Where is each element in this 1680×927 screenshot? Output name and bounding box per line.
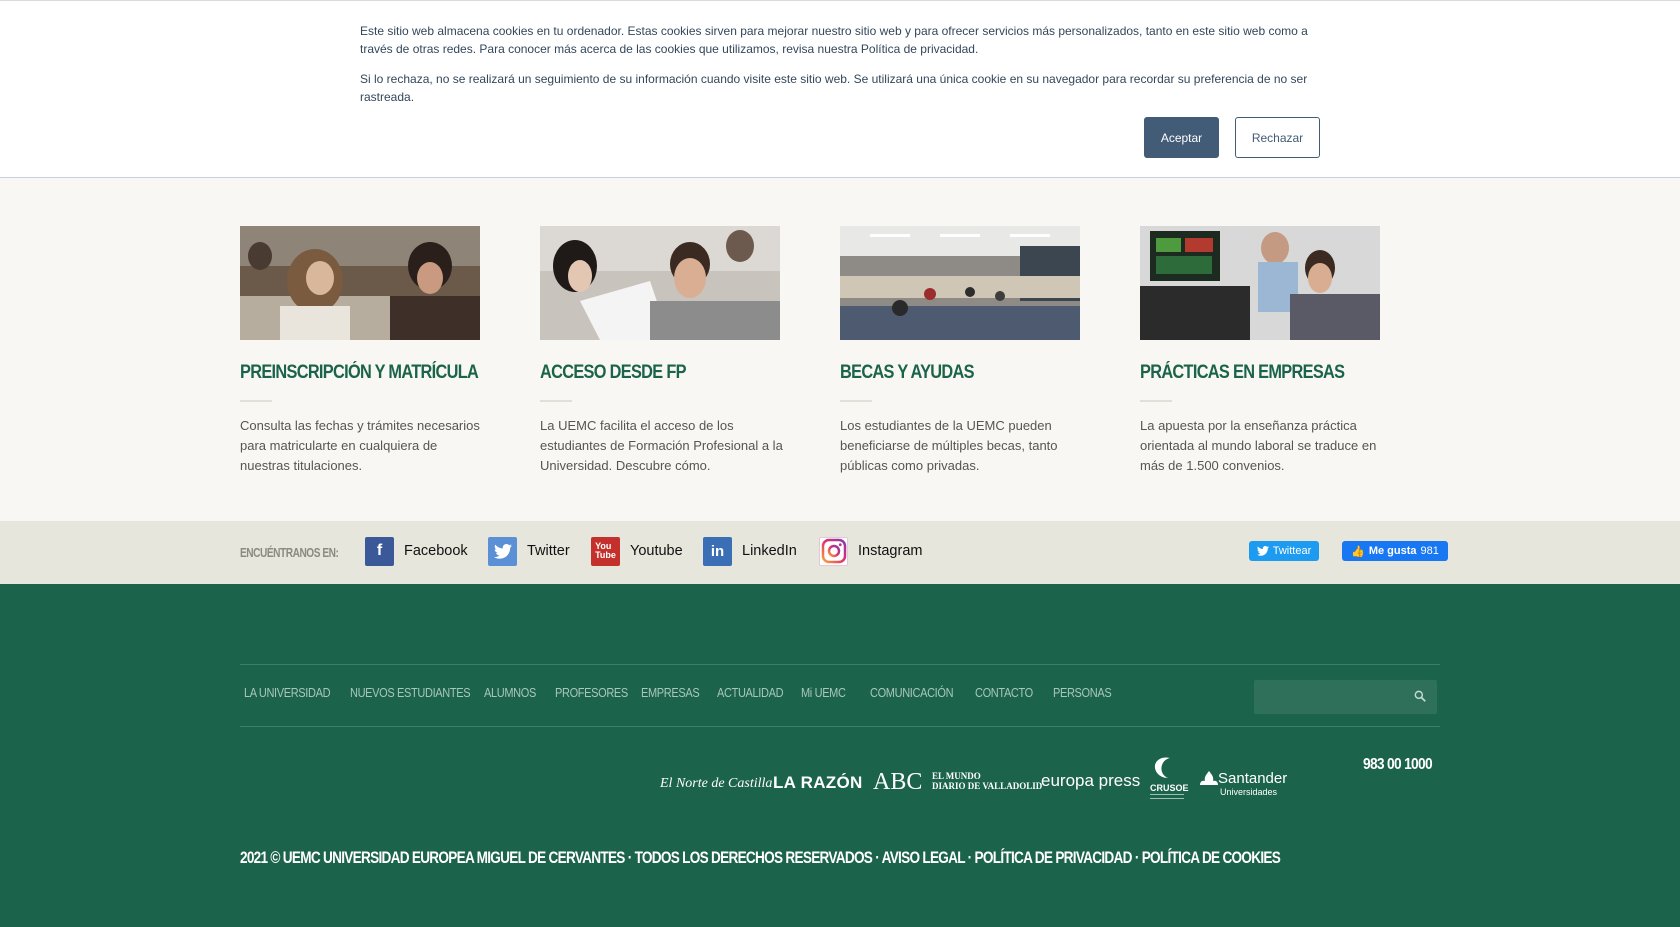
divider xyxy=(240,664,1440,665)
social-link-label: Youtube xyxy=(630,543,683,559)
copyright-rights: · TODOS LOS DERECHOS RESERVADOS · xyxy=(627,848,880,867)
privacy-policy-link[interactable]: POLÍTICA DE PRIVACIDAD xyxy=(975,848,1133,867)
social-link-instagram[interactable]: Instagram xyxy=(819,536,922,566)
youtube-icon: You Tube xyxy=(591,536,620,566)
crusoe-moon-icon xyxy=(1154,757,1170,778)
search-icon[interactable] xyxy=(1413,689,1427,703)
footer: LA UNIVERSIDAD NUEVOS ESTUDIANTES ALUMNO… xyxy=(0,584,1680,927)
copyright-line: 2021 © UEMC UNIVERSIDAD EUROPEA MIGUEL D… xyxy=(240,848,1281,868)
social-link-label: Twitter xyxy=(527,543,570,559)
card-title: ACCESO DESDE FP xyxy=(540,362,687,383)
social-link-label: Instagram xyxy=(858,543,923,559)
instagram-icon xyxy=(819,536,848,566)
uemc-link[interactable]: UEMC UNIVERSIDAD EUROPEA MIGUEL DE CERVA… xyxy=(283,848,626,867)
card-description: La UEMC facilita el acceso de los estudi… xyxy=(540,418,783,473)
footer-nav-mi-uemc[interactable]: Mi UEMC xyxy=(801,686,862,700)
card-description: Consulta las fechas y trámites necesario… xyxy=(240,418,480,473)
logo-el-mundo: EL MUNDO DIARIO DE VALLADOLID xyxy=(932,771,1042,791)
card-preinscripcion[interactable]: PREINSCRIPCIÓN Y MATRÍCULA Consulta las … xyxy=(240,226,480,476)
logo-crusoe: CRUSOE xyxy=(1150,783,1189,793)
cookie-paragraph-2: Si lo rechaza, no se realizará un seguim… xyxy=(360,72,1308,104)
logo-europa-press: europa press xyxy=(1041,771,1141,790)
divider xyxy=(1150,798,1184,799)
social-link-twitter[interactable]: Twitter xyxy=(488,536,570,566)
facebook-like-button[interactable]: 👍 Me gusta 981 xyxy=(1342,541,1448,561)
card-acceso-fp[interactable]: ACCESO DESDE FP La UEMC facilita el acce… xyxy=(540,226,783,476)
logo-norte-de-castilla: El Norte de Castilla xyxy=(660,776,773,791)
divider xyxy=(240,400,272,402)
twitter-icon xyxy=(488,536,517,566)
card-title: BECAS Y AYUDAS xyxy=(840,362,975,383)
footer-nav-universidad[interactable]: LA UNIVERSIDAD xyxy=(244,686,337,700)
tweet-label: Twittear xyxy=(1272,545,1312,557)
card-practicas[interactable]: PRÁCTICAS EN EMPRESAS La apuesta por la … xyxy=(1140,226,1380,476)
divider xyxy=(240,726,1440,727)
footer-nav-actualidad[interactable]: ACTUALIDAD xyxy=(717,686,791,700)
footer-nav-alumnos[interactable]: ALUMNOS xyxy=(484,686,546,700)
like-count: 981 xyxy=(1420,545,1439,557)
cookie-banner: Este sitio web almacena cookies en tu or… xyxy=(0,0,1680,178)
card-becas[interactable]: BECAS Y AYUDAS Los estudiantes de la UEM… xyxy=(840,226,1080,476)
thumbs-up-icon: 👍 xyxy=(1351,545,1365,558)
divider xyxy=(1150,794,1184,795)
twitter-icon xyxy=(1256,546,1269,556)
cookie-text: Este sitio web almacena cookies en tu or… xyxy=(360,22,1312,106)
card-title: PREINSCRIPCIÓN Y MATRÍCULA xyxy=(240,362,479,383)
logo-santander-universidades: Universidades xyxy=(1220,787,1278,797)
accept-cookies-button[interactable]: Aceptar xyxy=(1144,117,1219,158)
copyright-year: 2021 © xyxy=(240,848,280,867)
footer-nav-comunicacion[interactable]: COMUNICACIÓN xyxy=(870,686,962,700)
logo-santander: Santander xyxy=(1218,770,1288,787)
divider xyxy=(1140,400,1172,402)
social-link-linkedin[interactable]: in LinkedIn xyxy=(703,536,797,566)
card-description: La apuesta por la enseñanza práctica ori… xyxy=(1140,418,1377,473)
footer-nav-personas[interactable]: PERSONAS xyxy=(1053,686,1123,700)
social-link-label: Facebook xyxy=(404,543,468,559)
cookie-policy-link[interactable]: POLÍTICA DE COOKIES xyxy=(1142,848,1281,867)
student-reading-image xyxy=(540,226,780,340)
social-bar: ENCUÉNTRANOS EN: f Facebook Twitter You T… xyxy=(0,521,1680,584)
logo-el-mundo-line2: DIARIO DE VALLADOLID xyxy=(932,781,1043,791)
info-cards-section: PREINSCRIPCIÓN Y MATRÍCULA Consulta las … xyxy=(0,178,1680,521)
footer-nav: LA UNIVERSIDAD NUEVOS ESTUDIANTES ALUMNO… xyxy=(244,686,1133,700)
social-link-facebook[interactable]: f Facebook xyxy=(365,536,468,566)
card-description: Los estudiantes de la UEMC pueden benefi… xyxy=(840,418,1058,473)
social-link-label: LinkedIn xyxy=(742,543,797,559)
aviso-legal-link[interactable]: AVISO LEGAL xyxy=(882,848,966,867)
phone-number: 983 00 1000 xyxy=(1363,756,1433,773)
divider xyxy=(540,400,572,402)
divider xyxy=(840,400,872,402)
footer-search-input[interactable] xyxy=(1254,680,1437,714)
facebook-icon: f xyxy=(365,536,394,566)
card-title: PRÁCTICAS EN EMPRESAS xyxy=(1140,362,1345,383)
linkedin-icon: in xyxy=(703,536,732,566)
santander-flame-icon xyxy=(1200,771,1218,785)
logo-la-razon: LA RAZÓN xyxy=(773,773,863,792)
cookie-paragraph-1: Este sitio web almacena cookies en tu or… xyxy=(360,24,1308,56)
library-image xyxy=(840,226,1080,340)
footer-nav-profesores[interactable]: PROFESORES xyxy=(555,686,631,700)
reject-cookies-button[interactable]: Rechazar xyxy=(1235,117,1320,158)
footer-nav-contacto[interactable]: CONTACTO xyxy=(975,686,1044,700)
social-label: ENCUÉNTRANOS EN: xyxy=(240,545,339,560)
control-room-image xyxy=(1140,226,1380,340)
logo-abc: ABC xyxy=(873,769,923,795)
logo-el-mundo-line1: EL MUNDO xyxy=(932,771,981,781)
social-link-youtube[interactable]: You Tube Youtube xyxy=(591,536,683,566)
like-label: Me gusta xyxy=(1368,545,1417,557)
footer-nav-nuevos-estudiantes[interactable]: NUEVOS ESTUDIANTES xyxy=(350,686,471,700)
tweet-button[interactable]: Twittear xyxy=(1249,541,1319,561)
footer-nav-empresas[interactable]: EMPRESAS xyxy=(641,686,708,700)
students-studying-image xyxy=(240,226,480,340)
